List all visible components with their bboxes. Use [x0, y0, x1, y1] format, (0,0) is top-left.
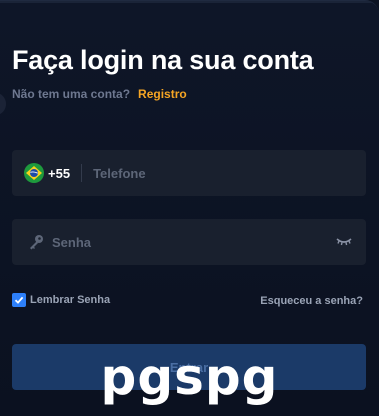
register-prompt: Não tem uma conta? Registro [12, 87, 187, 101]
phone-field[interactable]: +55 Telefone [12, 150, 366, 196]
brazil-flag-icon[interactable] [24, 163, 44, 183]
country-code[interactable]: +55 [48, 166, 70, 181]
eye-closed-icon[interactable] [336, 234, 352, 248]
remember-password[interactable]: Lembrar Senha [12, 293, 110, 307]
key-icon [30, 235, 43, 250]
card-top-edge [0, 1, 372, 3]
login-card: Faça login na sua conta Não tem uma cont… [0, 0, 379, 416]
forgot-password-link[interactable]: Esqueceu a senha? [260, 295, 363, 307]
remember-label[interactable]: Lembrar Senha [30, 294, 110, 306]
watermark-logo: pgspg [100, 348, 279, 406]
phone-input[interactable]: Telefone [93, 166, 146, 181]
register-link[interactable]: Registro [138, 87, 187, 101]
side-collapse-tab[interactable] [0, 93, 6, 115]
password-input[interactable]: Senha [52, 235, 91, 250]
remember-checkbox[interactable] [12, 293, 26, 307]
page-title: Faça login na sua conta [12, 45, 314, 75]
checkmark-icon [14, 296, 24, 304]
no-account-text: Não tem uma conta? [12, 87, 131, 101]
password-field[interactable]: Senha [12, 219, 366, 265]
field-divider [81, 164, 83, 182]
